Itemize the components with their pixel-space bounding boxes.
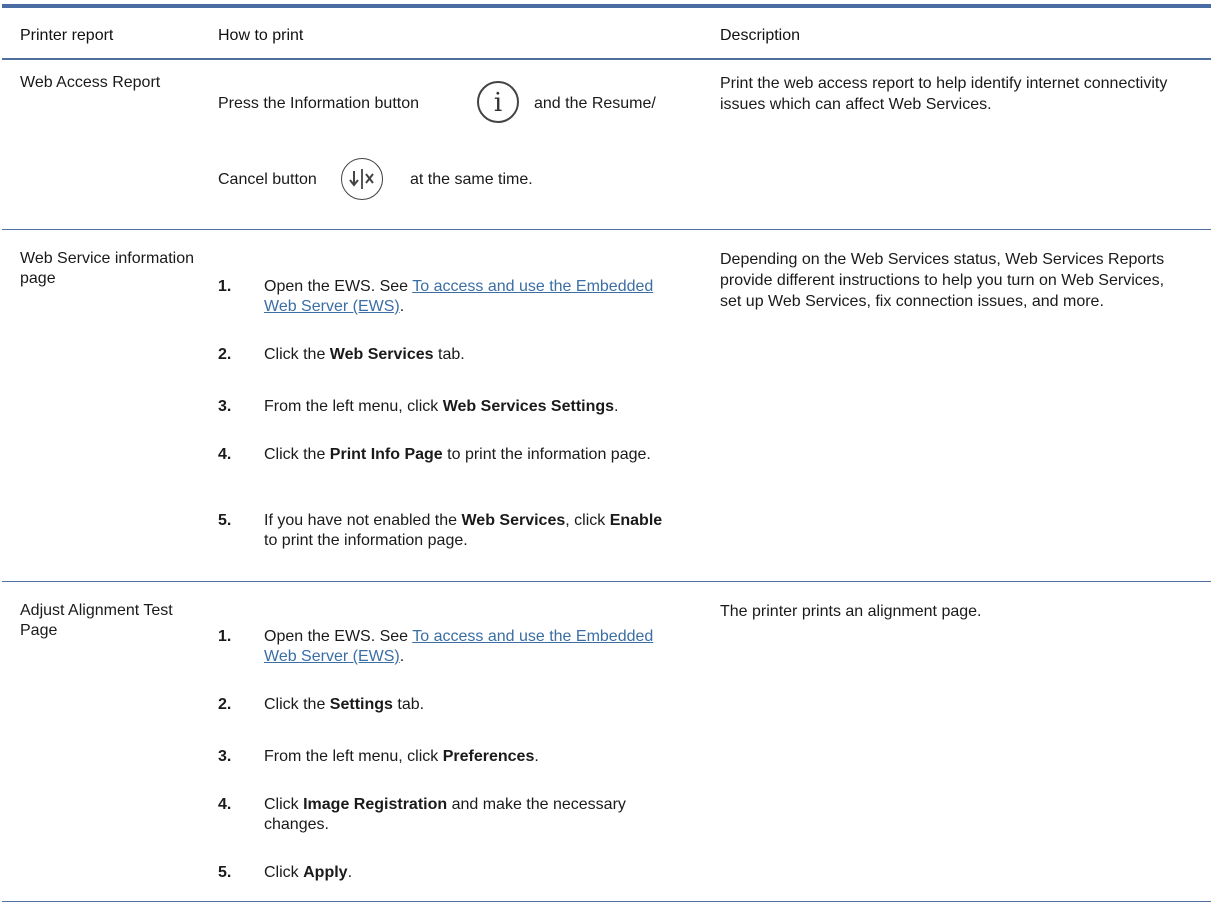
step-number: 1. (218, 278, 232, 295)
how-line1-pre: Press the Information button (218, 95, 419, 112)
step-number: 4. (218, 796, 232, 813)
step-text: Click Apply. (264, 864, 353, 881)
row-report-alignment: Adjust Alignment Test Page (20, 602, 173, 639)
printer-reports-table: Printer report How to print Description … (0, 0, 1213, 907)
info-icon: i (477, 81, 519, 123)
step-number: 3. (218, 398, 232, 415)
step-text: Click the Settings tab. (264, 696, 425, 713)
step-number: 5. (218, 864, 232, 881)
resume-cancel-icon (341, 158, 383, 200)
header-how-to-print: How to print (218, 27, 304, 44)
step-number: 5. (218, 512, 232, 529)
step-text: If you have not enabled the Web Services… (264, 512, 663, 549)
step-number: 4. (218, 446, 232, 463)
how-line1-post: and the Resume/ (534, 95, 656, 112)
step-number: 2. (218, 696, 232, 713)
step-text: Click Image Registration and make the ne… (264, 796, 626, 833)
header-description: Description (720, 27, 801, 44)
row-description-web-access: Print the web access report to help iden… (720, 75, 1168, 113)
how-line2-post: at the same time. (410, 171, 533, 188)
table-top-rule (2, 4, 1211, 8)
row-description-web-service: Depending on the Web Services status, We… (720, 251, 1165, 310)
row-report-web-access: Web Access Report (20, 74, 161, 91)
step-number: 1. (218, 628, 232, 645)
step-text: From the left menu, click Preferences. (264, 748, 539, 765)
how-line2-pre: Cancel button (218, 171, 317, 188)
table-bottom-rule (2, 901, 1211, 902)
row-rule-1 (2, 229, 1211, 230)
row-description-alignment: The printer prints an alignment page. (720, 603, 982, 620)
step-number: 2. (218, 346, 232, 363)
step-number: 3. (218, 748, 232, 765)
row-report-web-service: Web Service information page (20, 250, 194, 287)
row-rule-2 (2, 581, 1211, 582)
step-text: Open the EWS. See To access and use the … (264, 278, 654, 315)
header-rule (2, 58, 1211, 60)
step-text: Click the Web Services tab. (264, 346, 465, 363)
step-text: Open the EWS. See To access and use the … (264, 628, 654, 665)
header-printer-report: Printer report (20, 27, 114, 44)
step-text: From the left menu, click Web Services S… (264, 398, 619, 415)
step-text: Click the Print Info Page to print the i… (264, 446, 651, 463)
